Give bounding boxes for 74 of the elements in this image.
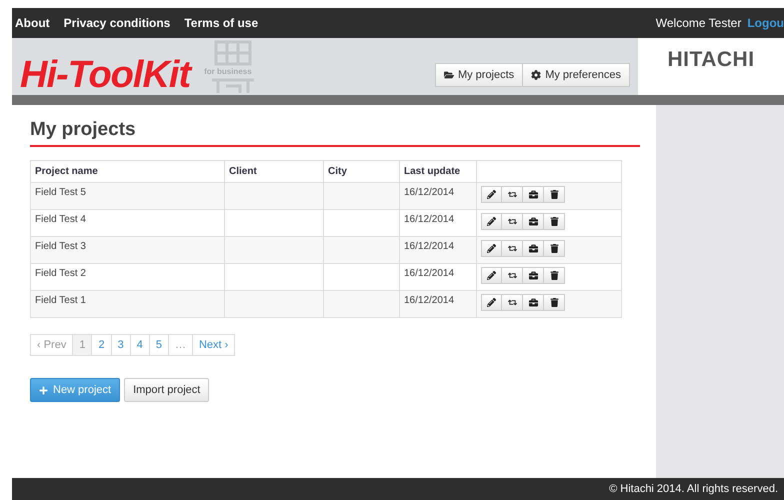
pencil-button[interactable] bbox=[481, 294, 502, 311]
briefcase-button[interactable] bbox=[523, 240, 544, 257]
briefcase-icon bbox=[528, 217, 538, 226]
new-button[interactable]: New project bbox=[30, 378, 120, 402]
retweet-icon bbox=[508, 217, 516, 226]
top-nav-link[interactable]: About bbox=[15, 16, 50, 30]
column-header: Project name bbox=[30, 160, 224, 182]
logout-link[interactable]: Logou bbox=[747, 16, 784, 30]
briefcase-button[interactable] bbox=[523, 213, 544, 230]
retweet-button[interactable] bbox=[502, 240, 523, 257]
briefcase-button[interactable] bbox=[523, 294, 544, 311]
nav-button[interactable]: My projects bbox=[434, 63, 524, 87]
copyright-text: © Hitachi 2014. All rights reserved. bbox=[609, 483, 778, 495]
top-nav-link[interactable]: Terms of use bbox=[184, 16, 258, 30]
brand-logo: HITACHI bbox=[667, 48, 755, 73]
pencil-button[interactable] bbox=[481, 240, 502, 257]
briefcase-button[interactable] bbox=[523, 267, 544, 284]
retweet-button[interactable] bbox=[502, 213, 523, 230]
trash-button[interactable] bbox=[544, 267, 565, 284]
welcome-text: Welcome Tester bbox=[656, 16, 742, 30]
retweet-button[interactable] bbox=[502, 186, 523, 203]
page-title: My projects bbox=[30, 119, 640, 147]
pencil-icon bbox=[487, 271, 496, 280]
trash-icon bbox=[550, 190, 558, 199]
retweet-button[interactable] bbox=[502, 267, 523, 284]
app-logo: Hi-ToolKit bbox=[20, 54, 190, 97]
table-cell: 16/12/2014 bbox=[400, 182, 476, 210]
pencil-icon bbox=[487, 298, 496, 307]
folder-icon bbox=[444, 70, 454, 80]
pagination-link[interactable]: 3 bbox=[112, 334, 131, 356]
trash-button[interactable] bbox=[544, 213, 565, 230]
table-cell: 16/12/2014 bbox=[400, 290, 476, 318]
table-cell: 16/12/2014 bbox=[400, 236, 476, 264]
trash-icon bbox=[550, 244, 558, 253]
top-nav-link[interactable]: Privacy conditions bbox=[64, 16, 170, 30]
table-cell: Field Test 3 bbox=[30, 236, 224, 264]
table-cell: Field Test 2 bbox=[30, 264, 224, 290]
trash-icon bbox=[550, 298, 558, 307]
pencil-icon bbox=[487, 190, 496, 199]
retweet-icon bbox=[508, 244, 516, 253]
pagination-link[interactable]: Next › bbox=[192, 334, 236, 356]
pencil-button[interactable] bbox=[481, 267, 502, 284]
retweet-icon bbox=[508, 271, 516, 280]
import-button[interactable]: Import project bbox=[124, 378, 210, 402]
pagination-link[interactable]: 2 bbox=[92, 334, 112, 356]
gear-icon bbox=[531, 70, 542, 80]
briefcase-icon bbox=[528, 271, 538, 280]
table-cell: 16/12/2014 bbox=[400, 210, 476, 236]
table-cell: Field Test 1 bbox=[30, 290, 224, 318]
trash-icon bbox=[550, 271, 558, 280]
pagination-link[interactable]: 1 bbox=[73, 334, 92, 356]
trash-button[interactable] bbox=[544, 294, 565, 311]
plus-icon bbox=[39, 386, 48, 394]
table-cell: Field Test 5 bbox=[30, 182, 224, 210]
pagination-link[interactable]: 4 bbox=[130, 334, 150, 356]
pencil-icon bbox=[487, 217, 496, 226]
retweet-icon bbox=[508, 190, 516, 199]
pencil-button[interactable] bbox=[481, 213, 502, 230]
column-header: Client bbox=[224, 160, 324, 182]
briefcase-button[interactable] bbox=[523, 186, 544, 203]
pencil-button[interactable] bbox=[481, 186, 502, 203]
trash-icon bbox=[550, 217, 558, 226]
briefcase-icon bbox=[528, 190, 538, 199]
trash-button[interactable] bbox=[544, 240, 565, 257]
table-cell: Field Test 4 bbox=[30, 210, 224, 236]
retweet-button[interactable] bbox=[502, 294, 523, 311]
briefcase-icon bbox=[528, 244, 538, 253]
briefcase-icon bbox=[528, 298, 538, 307]
nav-button[interactable]: My preferences bbox=[523, 63, 630, 87]
pagination-link[interactable]: 5 bbox=[150, 334, 169, 356]
table-cell: 16/12/2014 bbox=[400, 264, 476, 290]
pencil-icon bbox=[487, 244, 496, 253]
trash-button[interactable] bbox=[544, 186, 565, 203]
retweet-icon bbox=[508, 298, 516, 307]
